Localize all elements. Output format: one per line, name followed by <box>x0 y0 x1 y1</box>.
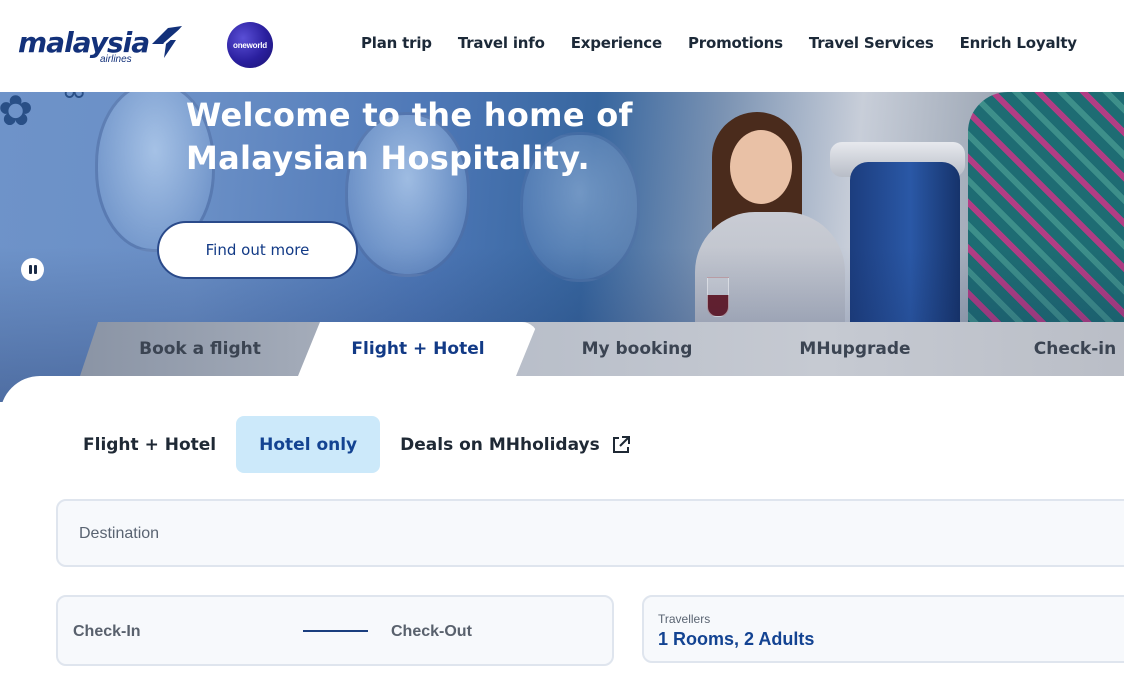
main-nav: Plan trip Travel info Experience Promoti… <box>348 34 1090 52</box>
subtab-flight-hotel[interactable]: Flight + Hotel <box>66 416 233 473</box>
sub-tabs: Flight + Hotel Hotel only Deals on MHhol… <box>66 416 649 473</box>
date-range-divider <box>303 630 368 632</box>
date-range-field[interactable]: Check-In Check-Out <box>56 595 614 666</box>
hero-title-line-1: Welcome to the home of <box>186 96 633 134</box>
subtab-deals-mhholidays[interactable]: Deals on MHholidays <box>383 416 649 473</box>
oneworld-badge-text: oneworld <box>233 40 267 50</box>
nav-experience[interactable]: Experience <box>558 34 675 52</box>
hero-title-line-2: Malaysian Hospitality. <box>186 139 590 177</box>
nav-plan-trip[interactable]: Plan trip <box>348 34 445 52</box>
pause-icon[interactable] <box>21 258 44 281</box>
hero-title: Welcome to the home of Malaysian Hospita… <box>186 94 706 180</box>
tab-book-a-flight[interactable]: Book a flight <box>100 322 300 376</box>
nav-enrich-loyalty[interactable]: Enrich Loyalty <box>947 34 1090 52</box>
check-out-field[interactable]: Check-Out <box>391 623 472 641</box>
nav-promotions[interactable]: Promotions <box>675 34 796 52</box>
subtab-hotel-only[interactable]: Hotel only <box>236 416 381 473</box>
booking-tabs: Book a flight Flight + Hotel My booking … <box>0 322 1124 376</box>
logo-subtext: airlines <box>100 54 132 65</box>
tab-flight-hotel[interactable]: Flight + Hotel <box>298 322 538 376</box>
site-header: malaysia airlines oneworld Plan trip Tra… <box>0 0 1124 92</box>
tab-my-booking[interactable]: My booking <box>537 322 737 376</box>
destination-placeholder: Destination <box>79 525 160 542</box>
travellers-selector[interactable]: Travellers 1 Rooms, 2 Adults <box>642 595 1124 663</box>
wau-kite-logo-icon <box>152 26 182 58</box>
external-link-icon <box>612 435 630 453</box>
subtab-deals-label: Deals on MHholidays <box>400 434 600 455</box>
travellers-value: 1 Rooms, 2 Adults <box>658 629 815 649</box>
destination-field[interactable]: Destination <box>56 499 1124 567</box>
malaysia-airlines-logo[interactable]: malaysia airlines <box>18 24 188 68</box>
booking-panel: Flight + Hotel Hotel only Deals on MHhol… <box>0 376 1124 675</box>
find-out-more-button[interactable]: Find out more <box>157 221 358 279</box>
travellers-label: Travellers <box>658 612 711 626</box>
oneworld-badge[interactable]: oneworld <box>227 22 273 68</box>
check-in-field[interactable]: Check-In <box>73 623 141 641</box>
tab-check-in[interactable]: Check-in <box>985 322 1124 376</box>
nav-travel-services[interactable]: Travel Services <box>796 34 947 52</box>
tab-mhupgrade[interactable]: MHupgrade <box>755 322 955 376</box>
nav-travel-info[interactable]: Travel info <box>445 34 558 52</box>
